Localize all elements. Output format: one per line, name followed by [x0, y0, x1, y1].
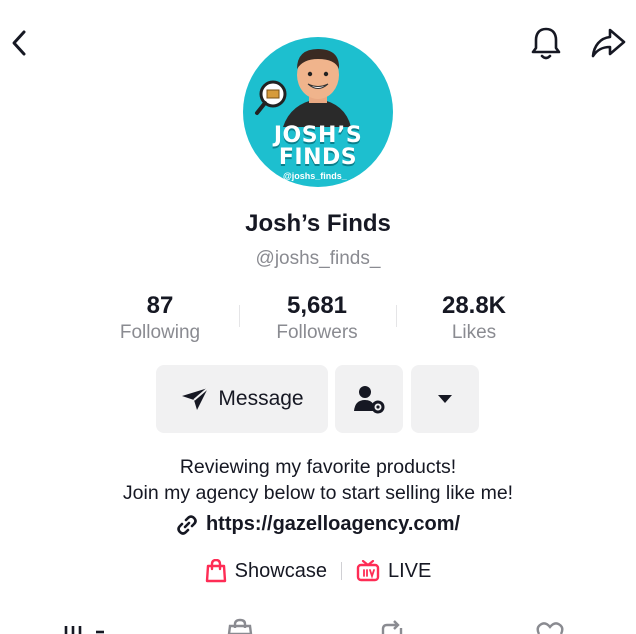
profile-tab-bar: [0, 616, 636, 634]
bio-link-text: https://gazelloagency.com/: [205, 513, 461, 535]
shop-bag-icon: [227, 618, 253, 634]
stat-divider: [396, 305, 397, 327]
avatar[interactable]: JOSH’S FINDS @joshs_finds_: [243, 37, 393, 187]
stat-value: 87: [146, 292, 174, 319]
bio-line: Reviewing my favorite products!: [179, 456, 457, 478]
live-link[interactable]: LIVE: [356, 560, 431, 583]
caret-down-icon: [438, 395, 452, 403]
profile-handle: @joshs_finds_: [255, 248, 381, 269]
friend-settings-button[interactable]: [335, 365, 403, 433]
stat-label: Followers: [276, 322, 358, 343]
tab-videos[interactable]: [64, 616, 104, 634]
bell-icon: [531, 27, 561, 60]
shopping-bag-icon: [205, 559, 226, 583]
tab-reposts[interactable]: [372, 616, 412, 634]
profile-name: Josh’s Finds: [245, 210, 391, 237]
showcase-label: Showcase: [234, 559, 327, 582]
share-button[interactable]: [588, 24, 630, 62]
live-label: LIVE: [387, 559, 432, 582]
back-button[interactable]: [4, 26, 34, 60]
avatar-brand-line2: FINDS: [278, 145, 358, 170]
stat-divider: [239, 305, 240, 327]
stat-value: 5,681: [286, 292, 348, 319]
tab-shop[interactable]: [220, 616, 260, 634]
showcase-link[interactable]: Showcase: [205, 559, 327, 583]
stat-value: 28.8K: [441, 292, 507, 319]
chevron-left-icon: [12, 30, 26, 56]
stat-likes[interactable]: 28.8K Likes: [404, 292, 544, 345]
bio-link[interactable]: https://gazelloagency.com/: [0, 513, 636, 536]
message-button-label: Message: [218, 387, 304, 410]
notifications-button[interactable]: [527, 24, 565, 62]
bio-line: Join my agency below to start selling li…: [122, 482, 514, 504]
stat-label: Likes: [451, 322, 497, 343]
profile-badges: Showcase LIVE: [0, 559, 636, 583]
avatar-handle: @joshs_finds_: [283, 171, 347, 181]
stat-label: Following: [119, 322, 201, 343]
repost-icon: [381, 620, 403, 634]
grid-icon: [64, 626, 104, 634]
share-arrow-icon: [591, 28, 626, 58]
message-button[interactable]: Message: [156, 365, 328, 433]
bio: Reviewing my favorite products! Join my …: [0, 454, 636, 506]
user-settings-icon: [354, 386, 385, 414]
link-icon: [177, 514, 197, 535]
stat-following[interactable]: 87 Following: [90, 292, 230, 345]
badge-divider: [340, 562, 342, 580]
tab-liked[interactable]: [530, 616, 570, 634]
more-options-button[interactable]: [411, 365, 479, 433]
send-icon: [182, 387, 210, 410]
live-tv-icon: [356, 560, 380, 582]
heart-icon: [536, 622, 564, 634]
stat-followers[interactable]: 5,681 Followers: [247, 292, 387, 345]
